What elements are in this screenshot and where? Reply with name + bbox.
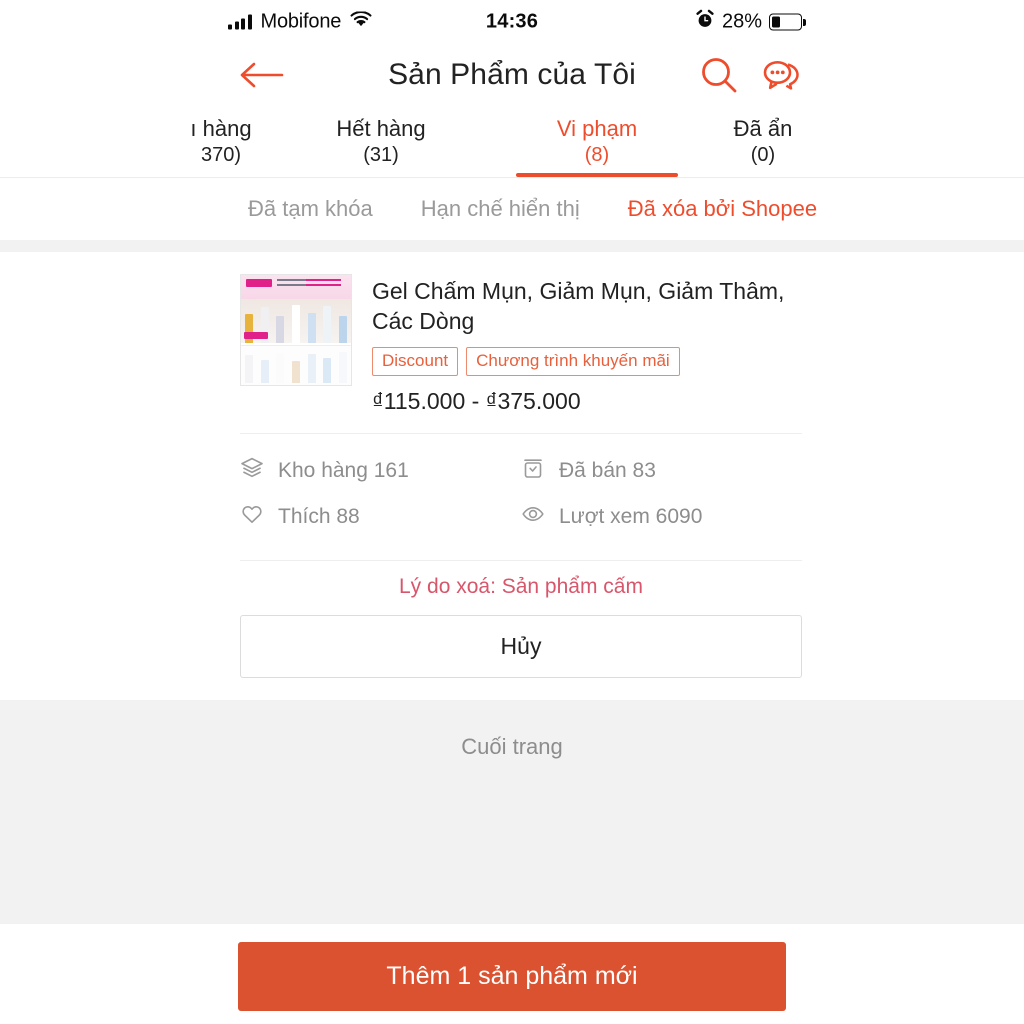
product-badges: Discount Chương trình khuyến mãi bbox=[372, 346, 802, 376]
product-thumbnail[interactable] bbox=[240, 274, 352, 386]
chat-bubble-icon[interactable] bbox=[760, 54, 802, 96]
stat-label: Kho hàng 161 bbox=[278, 458, 409, 482]
product-title[interactable]: Gel Chấm Mụn, Giảm Mụn, Giảm Thâm, Các D… bbox=[372, 276, 802, 337]
tab-label: Hết hàng bbox=[336, 115, 426, 141]
battery-percent-label: 28% bbox=[721, 10, 762, 33]
header-actions bbox=[698, 54, 802, 96]
tab-het-hang[interactable]: Hết hàng (31) bbox=[296, 106, 466, 177]
product-status-tabs[interactable]: ı hàng 370) Hết hàng (31) Vi phạm (8) Đã… bbox=[0, 106, 1024, 178]
stat-sold: Đã bán 83 bbox=[521, 450, 802, 496]
eye-icon bbox=[521, 502, 545, 532]
tab-underline bbox=[516, 173, 678, 177]
tab-count: (0) bbox=[750, 143, 776, 166]
status-bar-time: 14:36 bbox=[485, 10, 539, 33]
subtab-da-tam-khoa[interactable]: Đã tạm khóa bbox=[248, 196, 373, 222]
tab-count: (31) bbox=[363, 143, 399, 166]
cancel-button[interactable]: Hủy bbox=[240, 614, 802, 678]
product-summary: Gel Chấm Mụn, Giảm Mụn, Giảm Thâm, Các D… bbox=[240, 274, 802, 415]
stat-label: Thích 88 bbox=[278, 504, 360, 528]
battery-icon bbox=[769, 13, 802, 31]
product-details: Gel Chấm Mụn, Giảm Mụn, Giảm Thâm, Các D… bbox=[372, 274, 802, 415]
subtab-han-che-hien-thi[interactable]: Hạn chế hiển thị bbox=[421, 196, 580, 222]
status-bar-right: 28% bbox=[695, 9, 802, 35]
stat-stock: Kho hàng 161 bbox=[240, 450, 521, 496]
badge-discount: Discount bbox=[372, 346, 459, 376]
deletion-reason: Lý do xoá: Sản phẩm cấm bbox=[399, 574, 643, 598]
product-list: Gel Chấm Mụn, Giảm Mụn, Giảm Thâm, Các D… bbox=[0, 252, 1024, 924]
tab-vi-pham[interactable]: Vi phạm (8) bbox=[516, 106, 678, 177]
product-stats: Kho hàng 161 Đã bán 83 Thích 88 Lượt xem… bbox=[240, 434, 802, 542]
stat-label: Lượt xem 6090 bbox=[559, 504, 703, 528]
tab-count: 370) bbox=[200, 143, 242, 166]
subtab-da-xoa-boi-shopee[interactable]: Đã xóa bởi Shopee bbox=[628, 196, 817, 222]
app-header: Sản Phẩm của Tôi bbox=[0, 44, 1024, 106]
stat-likes: Thích 88 bbox=[240, 496, 521, 542]
badge-promotion-program: Chương trình khuyến mãi bbox=[466, 346, 680, 376]
alarm-clock-icon bbox=[695, 9, 715, 35]
tab-label: Vi phạm bbox=[556, 115, 638, 141]
section-separator bbox=[0, 240, 1024, 252]
product-price: ₫115.000 - ₫375.000 bbox=[372, 387, 581, 414]
tab-da-an[interactable]: Đã ẩn (0) bbox=[688, 106, 838, 177]
violation-subtabs[interactable]: Đã tạm khóa Hạn chế hiển thị Đã xóa bởi … bbox=[0, 178, 1024, 240]
page-title: Sản Phẩm của Tôi bbox=[388, 58, 636, 91]
end-of-page-label: Cuối trang bbox=[0, 699, 1024, 924]
tab-count: (8) bbox=[584, 143, 610, 166]
add-product-button[interactable]: Thêm 1 sản phẩm mới bbox=[238, 942, 786, 1011]
heart-icon bbox=[240, 502, 264, 532]
layers-icon bbox=[240, 456, 264, 486]
app-screen: Mobifone 14:36 28% Sản Phẩm của Tôi ı hà… bbox=[0, 0, 1024, 1024]
box-icon bbox=[521, 456, 545, 486]
tab-label: Đã ẩn bbox=[733, 115, 793, 141]
search-icon[interactable] bbox=[698, 54, 740, 96]
footer-bar: Thêm 1 sản phẩm mới bbox=[0, 924, 1024, 1024]
stat-views: Lượt xem 6090 bbox=[521, 496, 802, 542]
tab-label: ı hàng bbox=[190, 115, 252, 141]
status-bar: Mobifone 14:36 28% bbox=[0, 0, 1024, 44]
product-card: Gel Chấm Mụn, Giảm Mụn, Giảm Thâm, Các D… bbox=[0, 252, 1024, 678]
tab-con-hang[interactable]: ı hàng 370) bbox=[146, 106, 296, 177]
stat-label: Đã bán 83 bbox=[559, 458, 656, 482]
